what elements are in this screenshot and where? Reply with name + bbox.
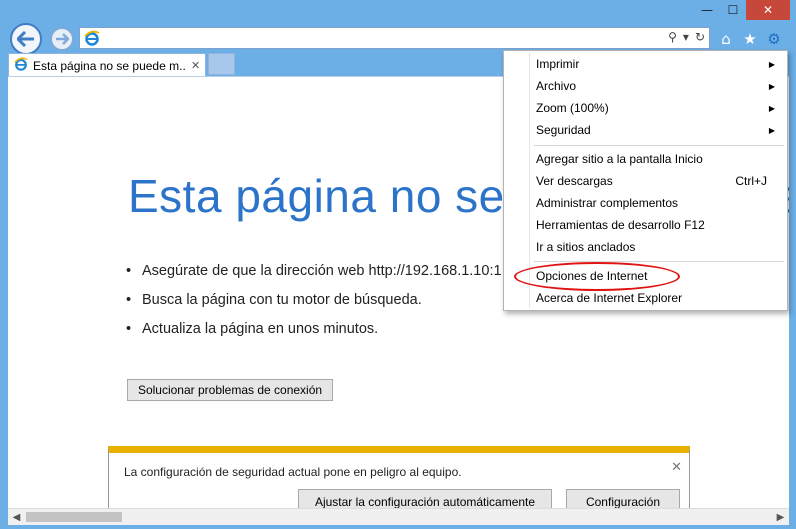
favorites-star-icon[interactable]: ★: [740, 29, 760, 49]
ie-logo-icon: [14, 57, 28, 74]
tools-gear-icon[interactable]: ⚙: [764, 29, 784, 49]
tab-title: Esta página no se puede m...: [33, 58, 185, 73]
fix-connection-button[interactable]: Solucionar problemas de conexión: [127, 379, 333, 401]
suggestion-item: Busca la página con tu motor de búsqueda…: [126, 292, 502, 321]
menu-item-imprimir[interactable]: Imprimir ▶: [504, 53, 787, 75]
home-icon[interactable]: ⌂: [716, 29, 736, 49]
refresh-icon[interactable]: ↻: [695, 30, 705, 44]
minimize-button[interactable]: —: [694, 0, 720, 20]
ie-logo-icon: [84, 30, 100, 49]
menu-item-label: Agregar sitio a la pantalla Inicio: [536, 152, 703, 166]
back-button[interactable]: [10, 23, 42, 55]
submenu-arrow-icon: ▶: [768, 81, 775, 91]
menu-item-label: Zoom (100%): [536, 101, 609, 115]
menu-item-pinned-sites[interactable]: Ir a sitios anclados: [504, 236, 787, 258]
suggestion-item: Asegúrate de que la dirección web http:/…: [126, 263, 502, 292]
menu-item-label: Ver descargas: [536, 174, 613, 188]
tab-active[interactable]: Esta página no se puede m... ✕: [8, 53, 206, 77]
menu-shortcut: Ctrl+J: [735, 174, 767, 188]
back-arrow-icon: [17, 31, 34, 47]
menu-item-label: Imprimir: [536, 57, 580, 71]
menu-separator: [534, 145, 784, 146]
address-input[interactable]: [104, 30, 644, 46]
new-tab-button[interactable]: [208, 53, 235, 75]
menu-item-label: Seguridad: [536, 123, 591, 137]
suggestions-list: Asegúrate de que la dirección web http:/…: [126, 263, 502, 350]
submenu-arrow-icon: ▶: [768, 125, 775, 135]
submenu-arrow-icon: ▶: [768, 59, 775, 69]
menu-item-label: Herramientas de desarrollo F12: [536, 218, 705, 232]
menu-item-archivo[interactable]: Archivo ▶: [504, 75, 787, 97]
menu-item-label: Acerca de Internet Explorer: [536, 291, 683, 305]
menu-item-dev-tools[interactable]: Herramientas de desarrollo F12: [504, 214, 787, 236]
notification-close-icon[interactable]: ✕: [671, 460, 682, 475]
scroll-left-icon[interactable]: ◀: [8, 510, 25, 525]
suggestion-item: Actualiza la página en unos minutos.: [126, 321, 502, 350]
address-bar[interactable]: ⚲ ▾ ↻: [79, 27, 710, 49]
tab-close-icon[interactable]: ✕: [191, 59, 200, 72]
menu-item-about-ie[interactable]: Acerca de Internet Explorer: [504, 287, 787, 309]
menu-item-label: Ir a sitios anclados: [536, 240, 636, 254]
forward-arrow-icon: [56, 33, 69, 45]
horizontal-scrollbar[interactable]: ◀ ▶: [8, 508, 789, 525]
menu-item-seguridad[interactable]: Seguridad ▶: [504, 119, 787, 141]
notification-text: La configuración de seguridad actual pon…: [124, 465, 462, 479]
forward-button[interactable]: [50, 27, 74, 51]
dropdown-icon[interactable]: ▾: [683, 30, 689, 44]
close-window-button[interactable]: ✕: [746, 0, 790, 20]
menu-item-manage-addons[interactable]: Administrar complementos: [504, 192, 787, 214]
scroll-thumb[interactable]: [26, 512, 122, 522]
menu-item-label: Administrar complementos: [536, 196, 679, 210]
menu-item-add-to-start[interactable]: Agregar sitio a la pantalla Inicio: [504, 148, 787, 170]
menu-item-label: Archivo: [536, 79, 577, 93]
scroll-right-icon[interactable]: ▶: [772, 510, 789, 525]
highlight-annotation: [514, 262, 680, 291]
menu-item-zoom[interactable]: Zoom (100%) ▶: [504, 97, 787, 119]
search-icon[interactable]: ⚲: [668, 30, 677, 44]
maximize-button[interactable]: ☐: [720, 0, 746, 20]
menu-item-view-downloads[interactable]: Ver descargas Ctrl+J: [504, 170, 787, 192]
window-controls: — ☐ ✕: [694, 0, 790, 20]
submenu-arrow-icon: ▶: [768, 103, 775, 113]
